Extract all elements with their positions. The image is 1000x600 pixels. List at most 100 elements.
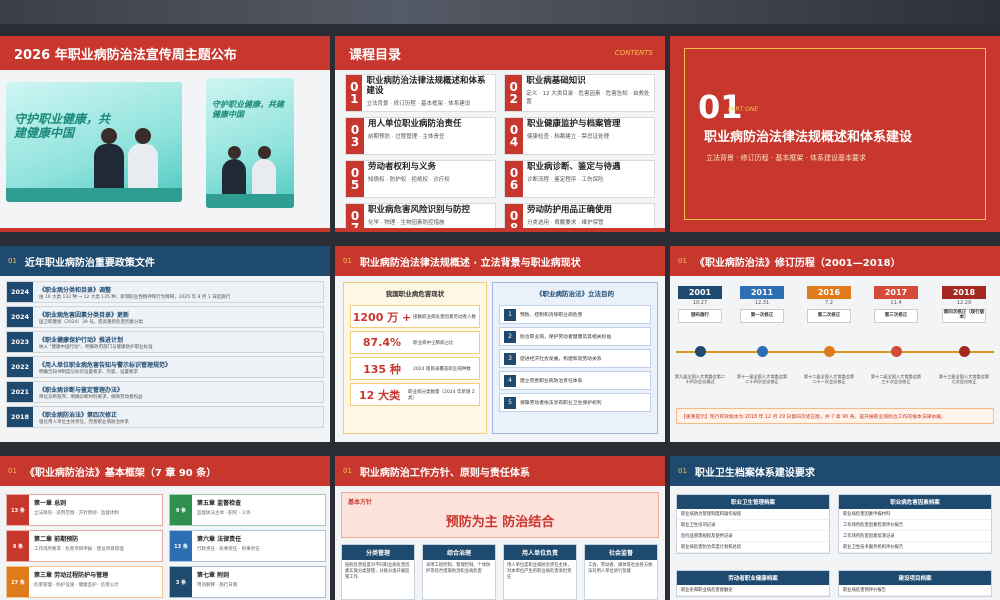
goal-row: 4 建立完善职业病防治责任体系 (499, 371, 651, 390)
principle-card: 综合治理 采用工程控制、管理控制、个体防护等综合措施防治职业病危害 (422, 544, 496, 600)
section-title: 职业病防治法律法规概述和体系建设 (704, 130, 913, 145)
person-figure (94, 128, 124, 188)
section-part-label: PART ONE (728, 106, 759, 113)
basic-policy-value: 预防为主 防治结合 (445, 515, 555, 530)
stat-row: 87.4% 职业病中尘肺病占比 (350, 331, 480, 354)
stat-row: 135 种 2024 版目录覆盖职业病种数 (350, 357, 480, 380)
status-panel: 我国职业病危害现状 1200 万 + 接触职业病危害因素劳动者人数 87.4% 职业… (343, 282, 487, 434)
timeline-desc: 第十一届全国人大常委会第二十四次会议修正 (736, 374, 788, 385)
slide-4-title: 近年职业病防治重要政策文件 (24, 257, 155, 269)
goal-row: 5 保障劳动者依法享有职业卫生保护权利 (499, 393, 651, 412)
slide-6-header: 01 《职业病防治法》修订历程（2001—2018） (670, 246, 1000, 276)
purpose-panel: 《职业病防治法》立法目的 1 预防、控制和消除职业病危害 2 防治职业病，保护劳动者… (492, 282, 658, 434)
slide-9-thumbnail[interactable]: 01 职业卫生档案体系建设要求 职业卫生管理档案 职业病防治管理制度和操作规程职… (670, 456, 1000, 600)
timeline-dot (891, 346, 902, 357)
policy-item: 2021 《职业病诊断与鉴定管理办法》 简化诊断程序，明确诊断材料要求，保障劳动者权… (6, 381, 324, 403)
policy-item: 2024 《职业病危害因素分类目录》更新 国卫职健发〔2024〕39 号，提高重新危… (6, 306, 324, 328)
slide-7-title: 《职业病防治法》基本框架（7 章 90 条） (24, 467, 217, 479)
archive-card: 建设项目档案 职业病危害预评价报告 (838, 570, 992, 597)
policy-item: 2024 《职业病分类和目录》调整由 10 大类 132 种 → 12 大类 13… (6, 281, 324, 303)
poster-slogan: 守护职业健康，共建健康中国 (212, 100, 284, 119)
goal-row: 1 预防、控制和消除职业病危害 (499, 305, 651, 324)
principle-card: 社会监督 工会、劳动者、媒体等社会各方依法对用人单位进行监督 (584, 544, 658, 600)
policy-item: 2022 《用人单位职业病危害告知与警示标识管理规范》 明确告知书制度与标识设置要求… (6, 356, 324, 378)
slide-7-thumbnail[interactable]: 01 《职业病防治法》基本框架（7 章 90 条） 13 条第一章 总则 立法目的… (0, 456, 330, 600)
slide-4-thumbnail[interactable]: 01 近年职业病防治重要政策文件 2024 《职业病分类和目录》调整由 10 大类… (0, 246, 330, 442)
slide-2-thumbnail[interactable]: 课程目录 CONTENTS 0 1 职业病防治法律法规概述和体系建设 立法背景 · 修… (335, 36, 665, 232)
year-badge: 2018 (942, 286, 986, 299)
contents-item: 0 4 职业健康监护与档案管理 健康检查 · 档案建立 · 禁忌证处理 (504, 117, 655, 155)
year-badge: 2016 (807, 286, 851, 299)
contents-item: 0 2 职业病基础知识 定义 · 12 大类目录 · 危害因素 · 危害告知 · 自救… (504, 74, 655, 112)
slide-2-header: 课程目录 CONTENTS (335, 36, 665, 70)
timeline-year: 2001 10.27 颁布施行 (678, 286, 722, 323)
timeline-axis (676, 351, 994, 353)
basic-policy-label: 基本方针 (348, 499, 373, 506)
goal-row: 3 促进经济社会发展，构建和谐劳动关系 (499, 349, 651, 368)
timeline-desc: 第十三届全国人大常委会第七次会议修正 (938, 374, 990, 385)
chapter-card: 3 条第七章 附则 用语解释 · 施行日期 (169, 566, 326, 598)
slide-footer-line (0, 228, 330, 232)
person-figure (128, 128, 158, 188)
slide-5-header: 01 职业病防治法律法规概述 · 立法背景与职业病现状 (335, 246, 665, 276)
policy-item: 2018 《职业病防治法》第四次修正 强化用人单位主体责任，完善职业病防治体系 (6, 406, 324, 428)
section-number: 01 (678, 467, 687, 475)
archive-card: 职业病危害因素档案 职业病危害因素申报材料 工作场所危害因素检测评价报告 工作场所危… (838, 494, 992, 554)
section-number: 01 (343, 467, 352, 475)
slide-2-title: 课程目录 (349, 47, 402, 63)
slide-9-title: 职业卫生档案体系建设要求 (694, 467, 815, 479)
timeline-year: 2017 11.4 第三次修正 (874, 286, 918, 323)
archive-card: 职业卫生管理档案 职业病防治管理制度和操作规程 职业卫生培训记录 危险品管理规程及使… (676, 494, 830, 554)
person-figure (252, 146, 276, 194)
important-note: 【重要提示】现行有效版本为 2018 年 12 月 29 日第四次修正版，共 7… (676, 408, 994, 424)
policy-item: 2023 《职业健康保护行动》推进计划 纳入 "健康中国行动"，明确政府部门与健康防… (6, 331, 324, 353)
principle-card: 分类管理 按照危害程度对不同职业病危害因素实施分类管理，分级分类开展监管工作 (341, 544, 415, 600)
timeline-dot (695, 346, 706, 357)
timeline-dot (757, 346, 768, 357)
slide-6-title: 《职业病防治法》修订历程（2001—2018） (694, 257, 901, 269)
poster-vertical: 守护职业健康，共建健康中国 (206, 78, 294, 208)
slide-9-header: 01 职业卫生档案体系建设要求 (670, 456, 1000, 486)
poster-horizontal: 守护职业健康，共建健康中国 (6, 82, 182, 202)
timeline-desc: 第九届全国人大常委会第二十四次会议通过 (674, 374, 726, 385)
slide-5-thumbnail[interactable]: 01 职业病防治法律法规概述 · 立法背景与职业病现状 我国职业病危害现状 12… (335, 246, 665, 442)
chapter-card: 9 条第五章 监督检查 监督执法主体 · 职权 · 义务 (169, 494, 326, 526)
stat-row: 12 大类 职业病分类数量（2024 年新增 2 类） (350, 383, 480, 406)
year-badge: 2011 (740, 286, 784, 299)
section-subtitle: 立法背景 · 修订历程 · 基本框架 · 体系建设基本要求 (706, 154, 867, 162)
contents-item: 0 5 劳动者权利与义务 知情权 · 防护权 · 拒绝权 · 诊疗权 (345, 160, 496, 198)
timeline-dot (824, 346, 835, 357)
timeline-year: 2011 12.31 第一次修正 (740, 286, 784, 323)
slide-8-thumbnail[interactable]: 01 职业病防治工作方针、原则与责任体系 基本方针 预防为主 防治结合 分类管理… (335, 456, 665, 600)
contents-grid: 0 1 职业病防治法律法规概述和体系建设 立法背景 · 修订历程 · 基本框架 · 体… (335, 70, 665, 232)
timeline-desc: 第十二届全国人大常委会第三十次会议修正 (870, 374, 922, 385)
basic-policy-box: 基本方针 预防为主 防治结合 (341, 492, 659, 538)
contents-tag: CONTENTS (614, 49, 653, 57)
principle-card: 用人单位负责 用人单位是职业病防治责任主体，对本单位产生的职业病危害承担责任 (503, 544, 577, 600)
year-badge: 2001 (678, 286, 722, 299)
slide-5-title: 职业病防治法律法规概述 · 立法背景与职业病现状 (359, 257, 581, 269)
slide-4-header: 01 近年职业病防治重要政策文件 (0, 246, 330, 276)
slide-6-thumbnail[interactable]: 01 《职业病防治法》修订历程（2001—2018） 2001 10.27 颁布施行… (670, 246, 1000, 442)
section-number: 01 (343, 257, 352, 265)
timeline-year: 2016 7.2 第二次修正 (807, 286, 851, 323)
slide-1-title: 2026 年职业病防治法宣传周主题公布 (14, 47, 237, 63)
chapter-card: 9 条第二章 前期预防 工作场所要求 · 危害项目申报 · 建设项目管理 (6, 530, 163, 562)
slide-3-thumbnail[interactable]: 01 PART ONE 职业病防治法律法规概述和体系建设 立法背景 · 修订历程… (670, 36, 1000, 232)
slide-1-thumbnail[interactable]: 2026 年职业病防治法宣传周主题公布 守护职业健康，共建健康中国 守护职业健康… (0, 36, 330, 232)
purpose-panel-title: 《职业病防治法》立法目的 (536, 290, 614, 298)
contents-item: 0 3 用人单位职业病防治责任 前期预防 · 过程管理 · 主体责任 (345, 117, 496, 155)
slide-8-header: 01 职业病防治工作方针、原则与责任体系 (335, 456, 665, 486)
contents-item: 0 1 职业病防治法律法规概述和体系建设 立法背景 · 修订历程 · 基本框架 · 体… (345, 74, 496, 112)
archive-card: 劳动者职业健康档案 职业史和职业病危害接触史 (676, 570, 830, 597)
section-number: 01 (8, 257, 17, 265)
slide-8-title: 职业病防治工作方针、原则与责任体系 (359, 467, 530, 479)
contents-item: 0 6 职业病诊断、鉴定与待遇 诊断流程 · 鉴定程序 · 工伤保险 (504, 160, 655, 198)
section-number: 01 (8, 467, 17, 475)
top-image-strip (0, 0, 1000, 24)
stat-row: 1200 万 + 接触职业病危害因素劳动者人数 (350, 305, 480, 328)
timeline-dot (959, 346, 970, 357)
slide-footer-line (335, 228, 665, 232)
chapter-card: 13 条第六章 法律责任 行政责任 · 民事责任 · 刑事责任 (169, 530, 326, 562)
slide-7-header: 01 《职业病防治法》基本框架（7 章 90 条） (0, 456, 330, 486)
